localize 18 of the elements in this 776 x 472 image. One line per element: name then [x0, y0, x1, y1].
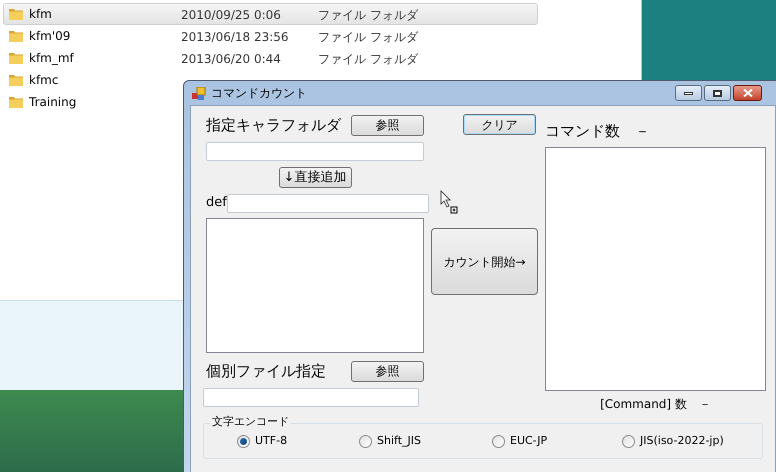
def-label: def: [206, 194, 227, 212]
file-type: ファイル フォルダ: [318, 8, 418, 22]
file-name: Training: [29, 94, 76, 111]
folder-label: 指定キャラフォルダ: [206, 114, 341, 136]
file-name: kfmc: [29, 72, 58, 89]
file-name: kfm'09: [29, 28, 70, 45]
file-date: 2013/06/20 0:44: [181, 52, 281, 66]
file-date: 2013/06/18 23:56: [181, 30, 289, 44]
command-count-footer: [Command] 数 －: [600, 395, 711, 413]
file-label: 個別ファイル指定: [206, 360, 326, 382]
command-count-label: コマンド数 －: [545, 121, 651, 140]
file-name: kfm_mf: [29, 50, 74, 67]
window-title: コマンドカウント: [211, 85, 307, 102]
file-name: kfm: [29, 6, 52, 23]
file-type: ファイル フォルダ: [318, 30, 418, 44]
encoding-group-title: 文字エンコード: [210, 415, 291, 429]
file-date: 2010/09/25 0:06: [181, 8, 281, 22]
file-type: ファイル フォルダ: [318, 52, 418, 66]
